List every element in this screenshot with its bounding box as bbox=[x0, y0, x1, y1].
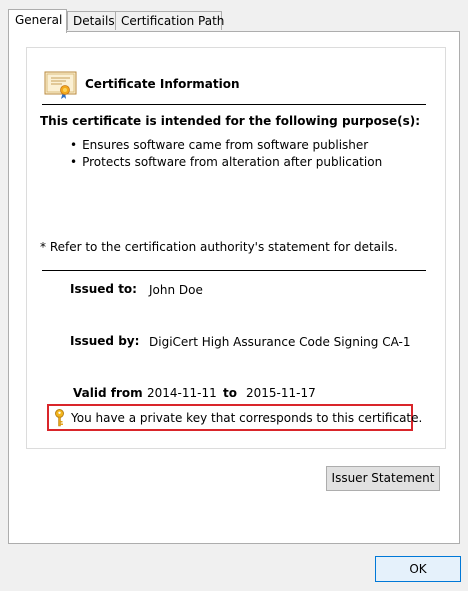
private-key-note: You have a private key that corresponds … bbox=[71, 411, 423, 425]
tab-certification-path[interactable]: Certification Path bbox=[115, 11, 224, 30]
valid-from-label: Valid from bbox=[73, 386, 143, 400]
valid-to-value[interactable]: 2015-11-17 bbox=[246, 386, 316, 400]
general-tab-panel: Certificate Information This certificate… bbox=[8, 31, 460, 544]
valid-to-label: to bbox=[223, 386, 237, 400]
issued-by-value[interactable]: DigiCert High Assurance Code Signing CA-… bbox=[149, 335, 411, 349]
issuer-statement-button[interactable]: Issuer Statement bbox=[326, 466, 440, 491]
purpose-item: Protects software from alteration after … bbox=[70, 154, 382, 171]
private-key-highlight: You have a private key that corresponds … bbox=[47, 404, 422, 431]
issued-to-label: Issued to: bbox=[70, 282, 137, 296]
purpose-item: Ensures software came from software publ… bbox=[70, 137, 382, 154]
valid-from-value[interactable]: 2014-11-11 bbox=[147, 386, 217, 400]
certificate-info-box: Certificate Information This certificate… bbox=[26, 47, 446, 449]
issued-to-value[interactable]: John Doe bbox=[149, 283, 203, 297]
key-icon bbox=[55, 409, 64, 427]
details-divider bbox=[42, 270, 426, 271]
issued-by-label: Issued by: bbox=[70, 334, 140, 348]
header-divider bbox=[42, 104, 426, 105]
tab-general[interactable]: General bbox=[8, 9, 67, 33]
purpose-heading: This certificate is intended for the fol… bbox=[40, 114, 421, 128]
certificate-icon bbox=[44, 71, 77, 99]
refer-note: * Refer to the certification authority's… bbox=[40, 240, 398, 254]
ok-button[interactable]: OK bbox=[375, 556, 461, 582]
tab-details[interactable]: Details bbox=[67, 11, 116, 30]
purpose-list: Ensures software came from software publ… bbox=[70, 137, 382, 171]
certificate-info-title: Certificate Information bbox=[85, 77, 240, 91]
